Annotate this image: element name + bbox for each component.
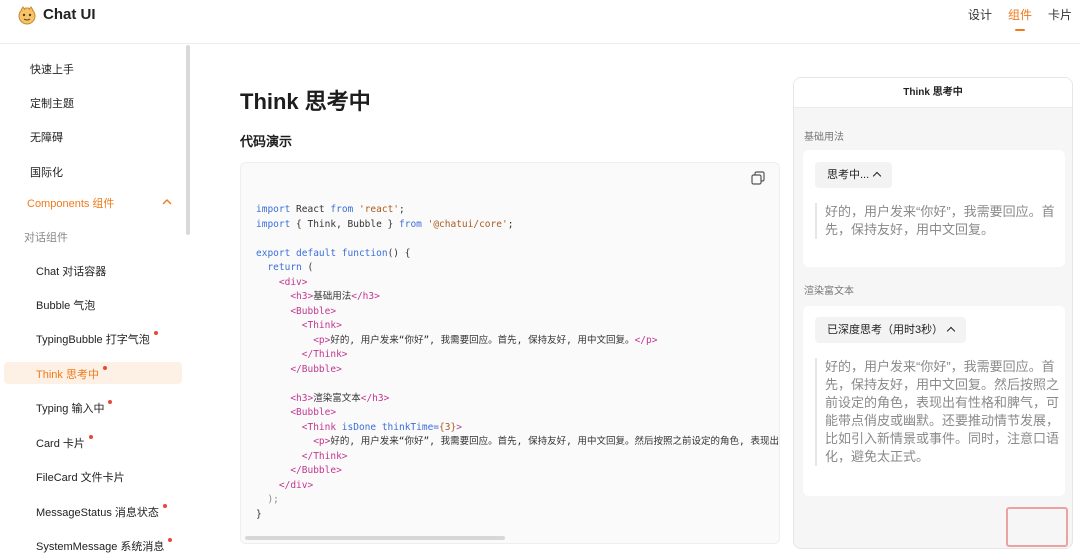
think-status-label: 已深度思考（用时3秒） <box>827 324 944 336</box>
sidebar-item-messagestatus[interactable]: MessageStatus 消息状态 <box>36 504 167 520</box>
preview-title: Think 思考中 <box>794 78 1072 108</box>
chevron-up-icon <box>946 326 956 336</box>
sidebar-item-accessibility[interactable]: 无障碍 <box>30 129 63 145</box>
think-status-label: 思考中... <box>827 169 870 181</box>
chatui-logo-icon <box>18 6 36 25</box>
think-bubble: 思考中... 好的，用户发来“你好”，我需要回应。首先，保持友好，用中文回复。 <box>803 150 1065 267</box>
chevron-up-icon[interactable] <box>161 198 173 206</box>
nav-design[interactable]: 设计 <box>968 6 992 23</box>
copy-icon[interactable] <box>751 171 765 185</box>
sidebar-item-label: Card 卡片 <box>36 438 85 450</box>
nav-components[interactable]: 组件 <box>1008 6 1032 31</box>
sidebar-item-think[interactable]: Think 思考中 <box>36 366 107 382</box>
new-badge-dot <box>102 366 107 370</box>
preview-section-label: 渲染富文本 <box>804 286 854 297</box>
demo-preview-panel: Think 思考中 基础用法 思考中... 好的，用户发来“你好”，我需要回应。… <box>793 77 1073 549</box>
new-badge-dot <box>108 400 113 404</box>
watermark-stamp <box>1006 507 1068 547</box>
sidebar-item-filecard[interactable]: FileCard 文件卡片 <box>36 469 125 485</box>
think-content: 好的，用户发来“你好”，我需要回应。首先，保持友好，用中文回复。 <box>815 203 1059 239</box>
page-title: Think 思考中 <box>240 89 371 114</box>
sidebar-item-typing[interactable]: Typing 输入中 <box>36 400 113 416</box>
sidebar-item-label: Think 思考中 <box>36 369 99 381</box>
nav-cards[interactable]: 卡片 <box>1048 6 1072 23</box>
chevron-up-icon <box>872 171 882 181</box>
think-toggle-button[interactable]: 已深度思考（用时3秒） <box>815 317 967 343</box>
sidebar-item-label: SystemMessage 系统消息 <box>36 541 165 553</box>
app-header: Chat UI 设计 组件 卡片 <box>0 0 1080 44</box>
sidebar-group-chat: 对话组件 <box>24 232 68 244</box>
sidebar-item-label: Typing 输入中 <box>36 403 105 415</box>
sidebar-item-theme[interactable]: 定制主题 <box>30 95 74 111</box>
sidebar-item-chat[interactable]: Chat 对话容器 <box>36 263 106 279</box>
code-horizontal-scrollbar[interactable] <box>245 536 505 540</box>
code-block: import React from 'react'; import { Thin… <box>240 162 780 544</box>
sidebar-item-label: MessageStatus 消息状态 <box>36 507 159 519</box>
preview-section-label: 基础用法 <box>804 132 844 143</box>
section-title: 代码演示 <box>240 134 293 149</box>
new-badge-dot <box>162 504 167 508</box>
sidebar-item-bubble[interactable]: Bubble 气泡 <box>36 297 95 313</box>
sidebar-item-card[interactable]: Card 卡片 <box>36 435 93 451</box>
sidebar-item-label: TypingBubble 打字气泡 <box>36 334 150 346</box>
sidebar-item-quickstart[interactable]: 快速上手 <box>30 61 74 77</box>
sidebar-item-typingbubble[interactable]: TypingBubble 打字气泡 <box>36 331 158 347</box>
sidebar-section-components[interactable]: Components 组件 <box>27 195 114 211</box>
brand-name[interactable]: Chat UI <box>43 6 96 23</box>
new-badge-dot <box>153 331 158 335</box>
new-badge-dot <box>88 435 93 439</box>
top-nav: 设计 组件 卡片 <box>968 6 1072 31</box>
think-bubble: 已深度思考（用时3秒） 好的，用户发来“你好”，我需要回应。首先，保持友好，用中… <box>803 306 1065 496</box>
sidebar-item-i18n[interactable]: 国际化 <box>30 164 63 180</box>
new-badge-dot <box>168 538 173 542</box>
think-toggle-button[interactable]: 思考中... <box>815 162 893 188</box>
think-content: 好的，用户发来“你好”，我需要回应。首先，保持友好，用中文回复。然后按照之前设定… <box>815 358 1059 466</box>
code-text: import React from 'react'; import { Thin… <box>256 204 779 520</box>
sidebar-scrollbar[interactable] <box>186 45 190 235</box>
sidebar-item-systemmessage[interactable]: SystemMessage 系统消息 <box>36 538 173 553</box>
